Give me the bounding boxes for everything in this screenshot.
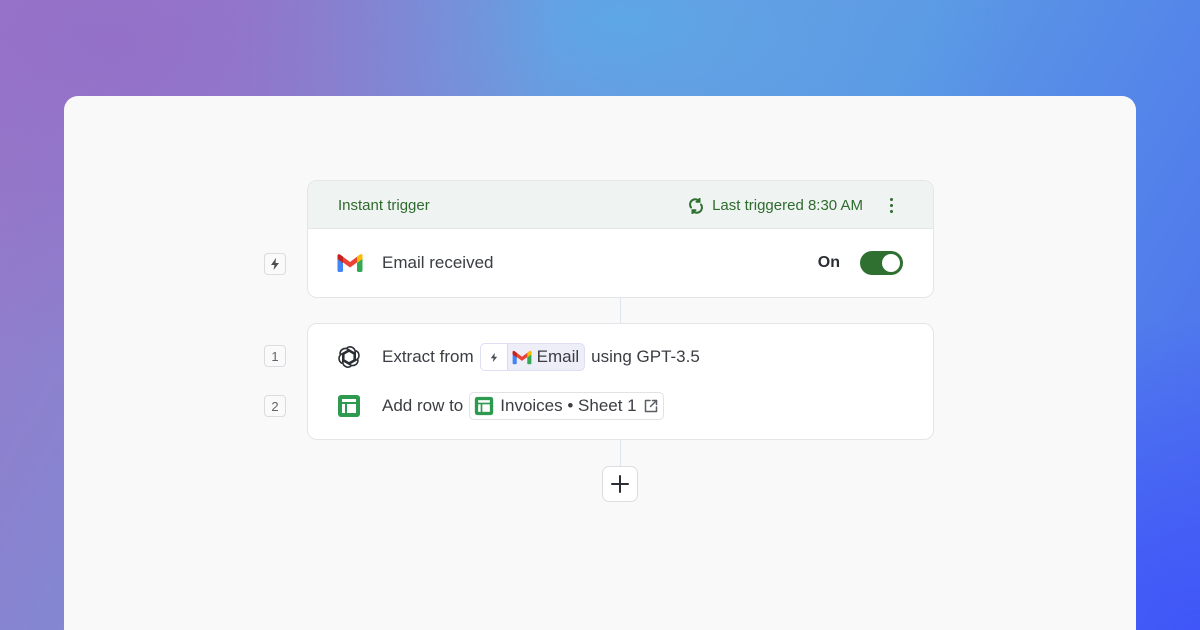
step-prefix: Add row to bbox=[382, 396, 464, 415]
last-triggered-text: Last triggered 8:30 AM bbox=[712, 197, 863, 214]
trigger-row[interactable]: Email received On bbox=[308, 229, 933, 297]
email-variable-chip[interactable]: Email bbox=[479, 343, 586, 371]
gmail-icon bbox=[337, 253, 363, 278]
step-number-badge: 2 bbox=[264, 395, 286, 417]
trigger-step-badge bbox=[264, 253, 286, 275]
trigger-toggle[interactable] bbox=[860, 251, 903, 275]
google-sheets-icon bbox=[475, 396, 494, 416]
bolt-icon bbox=[271, 258, 279, 270]
step-number-badge: 1 bbox=[264, 345, 286, 367]
step-row-extract[interactable]: Extract from Email using GPT-3.5 bbox=[308, 341, 933, 373]
trigger-event-label: Email received bbox=[382, 253, 494, 272]
email-chip-label: Email bbox=[536, 347, 580, 366]
refresh-icon bbox=[689, 197, 703, 214]
toggle-label: On bbox=[817, 254, 840, 271]
trigger-card[interactable]: Instant trigger Last triggered 8:30 AM E… bbox=[307, 180, 934, 298]
connector-line bbox=[620, 440, 621, 466]
connector-line bbox=[620, 298, 621, 323]
bolt-icon bbox=[480, 344, 508, 370]
steps-card: Extract from Email using GPT-3.5 Add row… bbox=[307, 323, 934, 440]
step-suffix: using GPT-3.5 bbox=[591, 347, 700, 366]
toggle-knob bbox=[882, 254, 900, 272]
sheet-chip-label: Invoices • Sheet 1 bbox=[500, 396, 637, 415]
trigger-header: Instant trigger Last triggered 8:30 AM bbox=[308, 181, 933, 229]
trigger-header-title: Instant trigger bbox=[338, 197, 430, 214]
last-triggered-status: Last triggered 8:30 AM bbox=[688, 197, 863, 214]
plus-icon bbox=[611, 475, 629, 493]
kebab-menu-icon[interactable] bbox=[885, 195, 897, 215]
gmail-icon bbox=[512, 350, 532, 365]
step-row-add-row[interactable]: Add row to Invoices • Sheet 1 bbox=[308, 390, 933, 422]
google-sheets-icon bbox=[337, 394, 361, 423]
openai-icon bbox=[337, 345, 361, 374]
external-link-icon[interactable] bbox=[643, 398, 659, 414]
sheet-link-chip[interactable]: Invoices • Sheet 1 bbox=[469, 392, 664, 420]
step-prefix: Extract from bbox=[382, 347, 474, 366]
add-step-button[interactable] bbox=[602, 466, 638, 502]
